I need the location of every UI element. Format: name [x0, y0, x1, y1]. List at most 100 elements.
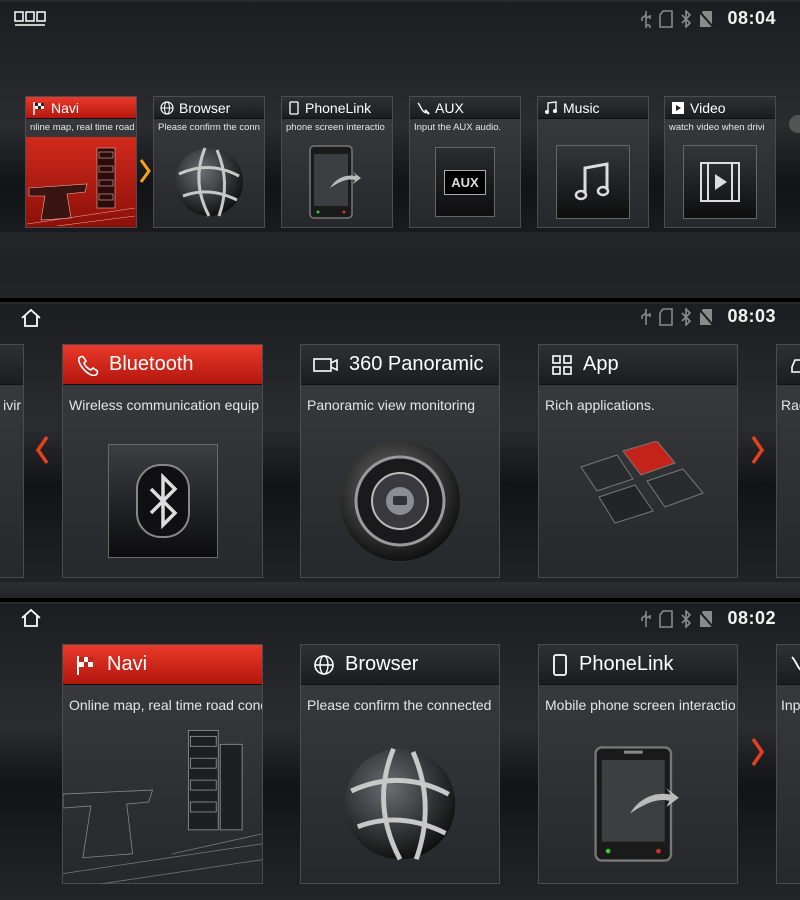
status-bar: 08:02: [639, 608, 776, 629]
phone-icon: [553, 653, 567, 676]
tile-header: Bluetooth: [63, 345, 262, 385]
checkered-flag-icon: [77, 655, 93, 675]
tile-phonelink[interactable]: PhoneLink Mobile phone screen interactio: [538, 644, 738, 884]
phone-illustration: [539, 725, 737, 883]
tile-header: 360 Panoramic: [301, 345, 499, 385]
car-icon: [791, 358, 800, 373]
tile-label: Browser: [345, 653, 419, 675]
home-icon[interactable]: [20, 608, 42, 628]
tile-label: 360 Panoramic: [349, 353, 484, 375]
tile-description: Please confirm the connected: [307, 697, 492, 713]
clock: 08:02: [727, 608, 776, 628]
tile-label: PhoneLink: [579, 653, 674, 675]
music-note-icon: [545, 100, 557, 114]
tile-description: Please confirm the conn: [158, 122, 260, 133]
checkered-flag-icon: [33, 101, 44, 115]
tile-aux[interactable]: AUX Input the AUX audio. AUX: [409, 96, 521, 228]
tile-header: App: [539, 345, 737, 385]
home-icon[interactable]: [20, 308, 42, 328]
launcher-screen-1: 08:04 Navi nline map, real time road Bro…: [0, 0, 800, 298]
tile-description: Rad: [781, 397, 800, 413]
sd-card-icon: [659, 609, 674, 628]
usb-icon: [641, 10, 652, 28]
globe-illustration: [154, 137, 264, 227]
tile-header: PhoneLink: [282, 97, 392, 119]
tile-partial-left[interactable]: ivir: [0, 344, 24, 578]
tile-header: [777, 345, 800, 385]
bluetooth-icon: [681, 609, 692, 628]
tile-label: App: [583, 353, 619, 375]
tile-description: Rich applications.: [545, 397, 655, 413]
tile-music[interactable]: Music: [537, 96, 649, 228]
app-tiles-illustration: [539, 425, 737, 577]
aux-badge: AUX: [444, 169, 486, 195]
camera-icon: [313, 357, 338, 372]
tile-partial-right[interactable]: Inp: [776, 644, 800, 884]
status-bar: 08:04: [639, 8, 776, 29]
tile-header: Browser: [301, 645, 499, 685]
tile-header: PhoneLink: [539, 645, 737, 685]
tile-header: Browser: [154, 97, 264, 119]
tile-360-panoramic[interactable]: 360 Panoramic Panoramic view monitoring: [300, 344, 500, 578]
tile-header: Navi: [26, 97, 136, 119]
tile-description: Online map, real time road cond: [69, 697, 262, 713]
no-sim-icon: [699, 307, 714, 326]
tile-bluetooth[interactable]: Bluetooth Wireless communication equip: [62, 344, 263, 578]
film-icon: [672, 101, 684, 114]
phone-icon: [289, 100, 299, 115]
previous-page-arrow-icon[interactable]: [34, 434, 50, 466]
globe-icon: [160, 100, 174, 115]
tile-description: Wireless communication equip: [69, 397, 259, 413]
tile-label: Video: [690, 99, 726, 116]
tile-header: Video: [665, 97, 775, 119]
navi-illustration: [26, 137, 136, 227]
usb-icon: [641, 610, 652, 627]
sd-card-icon: [659, 9, 674, 28]
no-sim-icon: [699, 9, 714, 28]
aux-illustration: AUX: [410, 137, 520, 227]
next-page-arrow-icon[interactable]: [139, 158, 151, 184]
tile-browser[interactable]: Browser Please confirm the conn: [153, 96, 265, 228]
tile-header: [0, 345, 23, 385]
tile-description: nline map, real time road: [30, 122, 135, 133]
clock: 08:03: [727, 306, 776, 326]
tile-header: Music: [538, 97, 648, 119]
tile-app[interactable]: App Rich applications.: [538, 344, 738, 578]
tile-navi[interactable]: Navi nline map, real time road: [25, 96, 137, 228]
tile-description: Panoramic view monitoring: [307, 397, 476, 413]
tile-phonelink[interactable]: PhoneLink phone screen interactio: [281, 96, 393, 228]
tile-description: Inp: [781, 697, 800, 713]
next-page-arrow-icon[interactable]: [750, 434, 766, 466]
tile-description: Input the AUX audio.: [414, 122, 502, 133]
status-bar: 08:03: [639, 306, 776, 327]
globe-illustration: [301, 725, 499, 883]
tile-description: watch video when drivi: [669, 122, 765, 133]
tile-description: Mobile phone screen interactio: [545, 697, 736, 713]
aux-cable-icon: [417, 102, 430, 115]
app-grid-icon: [552, 354, 572, 375]
tile-label: PhoneLink: [305, 99, 372, 116]
usb-icon: [641, 308, 652, 325]
aux-cable-icon: [791, 655, 800, 670]
apps-grid-icon[interactable]: [14, 10, 48, 33]
tile-navi[interactable]: Navi Online map, real time road cond: [62, 644, 263, 884]
next-page-arrow-icon[interactable]: [750, 736, 766, 768]
launcher-screen-2: 08:03 ivir Bluetooth Wireless communicat…: [0, 302, 800, 598]
tile-video[interactable]: Video watch video when drivi: [664, 96, 776, 228]
tile-label: Navi: [51, 99, 80, 116]
sd-card-icon: [659, 307, 674, 326]
tile-browser[interactable]: Browser Please confirm the connected: [300, 644, 500, 884]
bluetooth-icon: [681, 9, 692, 28]
tile-label: Navi: [107, 653, 148, 675]
camera-lens-illustration: [301, 425, 499, 577]
tile-partial-right[interactable]: Rad: [776, 344, 800, 578]
clock: 08:04: [727, 8, 776, 28]
video-illustration: [665, 137, 775, 227]
tile-description: ivir: [3, 397, 21, 413]
tile-label: Music: [563, 99, 600, 116]
navi-illustration: [63, 725, 262, 884]
music-illustration: [538, 137, 648, 227]
bluetooth-icon: [681, 307, 692, 326]
bluetooth-illustration: [63, 425, 262, 577]
tile-description: phone screen interactio: [286, 122, 385, 133]
